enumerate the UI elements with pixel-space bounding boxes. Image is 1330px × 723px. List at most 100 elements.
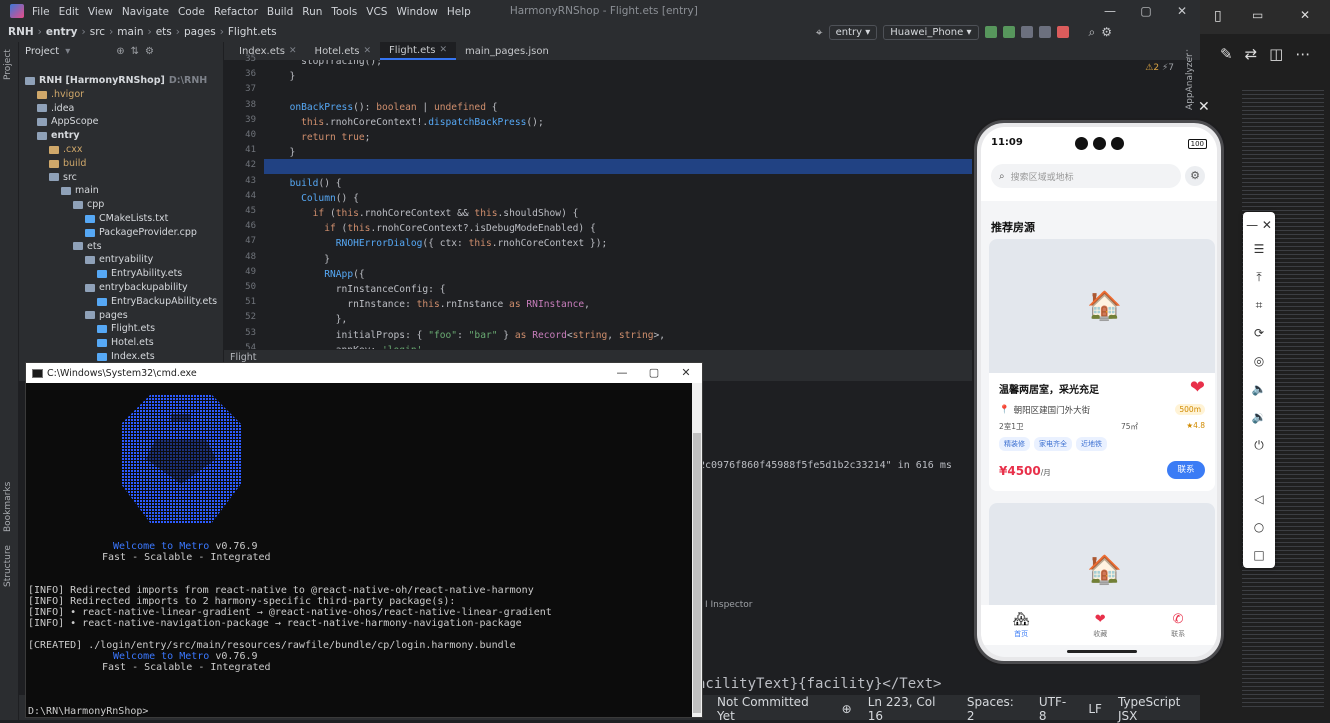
run-config-select[interactable]: entry ▾ <box>828 24 878 40</box>
locate-icon[interactable]: ⊕ <box>116 46 124 57</box>
crop-icon[interactable]: ⌗ <box>1243 298 1275 313</box>
menu-help[interactable]: Help <box>447 6 471 18</box>
cmd-close-button[interactable]: ✕ <box>670 363 702 383</box>
maximize-button[interactable]: ▢ <box>1128 0 1164 22</box>
tab-favorites[interactable]: ❤ 收藏 <box>1093 612 1107 639</box>
contact-button[interactable]: 联系 <box>1167 461 1205 479</box>
language-setting[interactable]: TypeScript JSX <box>1118 695 1200 723</box>
cmd-minimize-button[interactable]: — <box>606 363 638 383</box>
home-button-icon[interactable]: ○ <box>1243 520 1275 534</box>
volume-up-icon[interactable]: 🔈 <box>1243 382 1275 396</box>
settings-icon[interactable]: ⚙ <box>1101 25 1112 39</box>
search-everywhere-icon[interactable]: ⌕ <box>1089 25 1096 40</box>
tab-hotel[interactable]: Hotel.ets ✕ <box>306 42 381 60</box>
menu-refactor[interactable]: Refactor <box>214 6 258 18</box>
menu-edit[interactable]: Edit <box>59 6 79 18</box>
split-icon[interactable]: ◫ <box>1269 45 1283 63</box>
vcs-status[interactable]: Not Committed Yet <box>717 695 826 723</box>
tree-item[interactable]: EntryBackupAbility.ets <box>19 295 217 309</box>
menu-icon[interactable]: ☰ <box>1243 242 1275 256</box>
pin-icon[interactable]: ⤒ <box>1243 270 1275 285</box>
compare-icon[interactable]: ⇄ <box>1245 45 1258 63</box>
menu-file[interactable]: File <box>32 6 50 18</box>
tab-home[interactable]: 🏘 首页 <box>1013 612 1030 639</box>
zoom-icon[interactable]: ⊕ <box>842 702 852 716</box>
preview-close-icon[interactable]: ✕ <box>1198 99 1210 115</box>
tree-item[interactable]: Hotel.ets <box>19 336 154 350</box>
edit-icon[interactable]: ✎ <box>1220 45 1233 63</box>
power-icon[interactable]: ⏻ <box>1243 438 1275 453</box>
menu-navigate[interactable]: Navigate <box>122 6 169 18</box>
cmd-prompt[interactable]: D:\RN\HarmonyRnShop> <box>28 706 148 717</box>
tree-item[interactable]: entry <box>19 129 80 143</box>
tab-contact[interactable]: ✆ 联系 <box>1171 612 1185 639</box>
stop-icon[interactable] <box>1056 26 1069 38</box>
structure-tool-label[interactable]: Structure <box>3 545 13 587</box>
tree-item[interactable]: ets <box>19 240 102 254</box>
menu-vcs[interactable]: VCS <box>366 6 387 18</box>
tab-main-pages[interactable]: main_pages.json <box>456 42 558 60</box>
crumb-src[interactable]: src <box>90 26 105 38</box>
tree-item[interactable]: CMakeLists.txt <box>19 212 168 226</box>
settings-button[interactable]: ⚙ <box>1185 166 1205 186</box>
menu-view[interactable]: View <box>88 6 113 18</box>
caret-position[interactable]: Ln 223, Col 16 <box>868 695 951 723</box>
listing-card[interactable]: 🏠 <box>989 503 1215 613</box>
tree-item[interactable]: RNH [HarmonyRNShop] D:\RNH <box>19 74 207 88</box>
crumb-ets[interactable]: ets <box>156 26 172 38</box>
volume-down-icon[interactable]: 🔉 <box>1243 410 1275 424</box>
location-icon[interactable]: ◎ <box>1243 354 1275 368</box>
tree-item[interactable]: main <box>19 184 99 198</box>
menu-run[interactable]: Run <box>302 6 322 18</box>
cmd-maximize-button[interactable]: ▢ <box>638 363 670 383</box>
tree-item[interactable]: src <box>19 171 77 185</box>
menu-window[interactable]: Window <box>396 6 437 18</box>
back-icon[interactable]: ◁ <box>1243 492 1275 506</box>
tree-item[interactable]: .idea <box>19 102 74 116</box>
crumb-pages[interactable]: pages <box>184 26 216 38</box>
panel-icon[interactable]: ▯ <box>1214 8 1222 24</box>
line-separator[interactable]: LF <box>1088 702 1102 716</box>
attach-icon[interactable] <box>1038 26 1051 38</box>
options-icon[interactable]: ⚙ <box>145 46 154 57</box>
tree-item[interactable]: build <box>19 157 86 171</box>
crumb-entry[interactable]: entry <box>46 26 78 38</box>
collapse-icon[interactable]: ⇅ <box>131 46 139 57</box>
tab-flight[interactable]: Flight.ets ✕ <box>380 42 456 60</box>
indent-setting[interactable]: Spaces: 2 <box>967 695 1023 723</box>
cmd-scrollbar[interactable] <box>692 383 702 717</box>
project-tool-label[interactable]: Project <box>3 49 13 80</box>
profile-icon[interactable] <box>1020 26 1033 38</box>
crumb-root[interactable]: RNH <box>8 26 34 38</box>
bookmarks-tool-label[interactable]: Bookmarks <box>3 482 13 532</box>
minimize-button[interactable]: — <box>1092 0 1128 22</box>
tree-item[interactable]: Flight.ets <box>19 322 155 336</box>
inspector-label[interactable]: I Inspector <box>705 600 753 610</box>
recents-icon[interactable]: □ <box>1243 548 1275 562</box>
close-window-icon[interactable]: ✕ <box>1300 8 1310 22</box>
crumb-file[interactable]: Flight.ets <box>228 26 277 38</box>
tree-item[interactable]: entryability <box>19 253 153 267</box>
listing-card[interactable]: 🏠 温馨两居室，采光充足 ❤ 📍 朝阳区建国门外大街 500m 2室1卫 75㎡ … <box>989 239 1215 491</box>
device-select[interactable]: Huawei_Phone ▾ <box>883 24 979 40</box>
project-panel-title[interactable]: Project <box>25 46 59 57</box>
tree-item[interactable]: PackageProvider.cpp <box>19 226 197 240</box>
more-icon[interactable]: ⋯ <box>1295 45 1310 63</box>
favorite-icon[interactable]: ❤ <box>1190 377 1205 398</box>
rotate-icon[interactable]: ⟳ <box>1243 326 1275 340</box>
run-icon[interactable] <box>984 26 997 38</box>
tree-item[interactable]: .cxx <box>19 143 83 157</box>
tree-item[interactable]: entrybackupability <box>19 281 188 295</box>
menu-tools[interactable]: Tools <box>331 6 357 18</box>
appanalyzer-tool-label[interactable]: AppAnalyzer <box>1185 53 1195 110</box>
crumb-main[interactable]: main <box>117 26 143 38</box>
tree-item[interactable]: .hvigor <box>19 88 84 102</box>
tab-index[interactable]: Index.ets ✕ <box>230 42 306 60</box>
search-input[interactable]: ⌕ 搜索区域或地标 <box>991 164 1181 188</box>
tree-item[interactable]: AppScope <box>19 115 99 129</box>
home-indicator[interactable] <box>1067 650 1137 653</box>
tree-item[interactable]: pages <box>19 309 128 323</box>
menu-code[interactable]: Code <box>178 6 205 18</box>
target-icon[interactable]: ⌖ <box>816 25 823 40</box>
tree-item[interactable]: cpp <box>19 198 104 212</box>
